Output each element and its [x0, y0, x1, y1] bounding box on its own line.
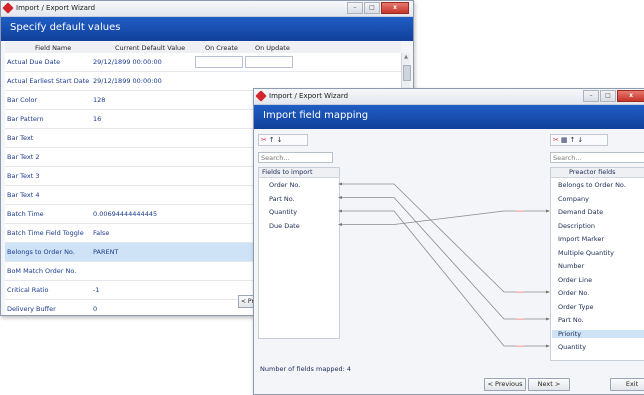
- field-name-cell: Actual Earliest Start Date: [7, 77, 90, 85]
- exit-button[interactable]: Exit: [610, 378, 644, 391]
- col-current-default-value[interactable]: Current Default Value: [115, 44, 185, 52]
- mapping-marker: [516, 210, 524, 212]
- page-banner: Specify default values: [1, 17, 413, 41]
- default-value-cell[interactable]: 16: [93, 115, 101, 123]
- col-on-create[interactable]: On Create: [205, 44, 238, 52]
- table-row[interactable]: Actual Due Date 29/12/1899 00:00:00: [5, 53, 401, 72]
- mapping-start-arrow-icon: [338, 209, 342, 213]
- field-name-cell: Bar Text: [7, 134, 34, 142]
- col-field-name[interactable]: Field Name: [35, 44, 71, 52]
- mapping-line[interactable]: [340, 210, 548, 347]
- field-name-cell: Bar Color: [7, 96, 38, 104]
- default-value-cell[interactable]: 0.00694444444445: [93, 210, 157, 218]
- default-value-cell[interactable]: 0: [93, 305, 97, 313]
- default-value-cell[interactable]: PARENT: [93, 248, 118, 256]
- field-name-cell: BoM Match Order No.: [7, 267, 77, 275]
- field-name-cell: Bar Pattern: [7, 115, 44, 123]
- window-title: Import / Export Wizard: [16, 4, 96, 12]
- mapping-end-arrow-icon: [546, 317, 550, 321]
- scroll-up-icon[interactable]: ▲: [403, 54, 409, 60]
- default-value-cell[interactable]: 29/12/1899 00:00:00: [93, 77, 162, 85]
- field-name-cell: Critical Ratio: [7, 286, 49, 294]
- mapping-end-arrow-icon: [546, 344, 550, 348]
- field-name-cell: Bar Text 2: [7, 153, 40, 161]
- mapping-line[interactable]: [340, 210, 548, 225]
- mapped-count: Number of fields mapped: 4: [260, 365, 352, 373]
- minimize-icon[interactable]: –: [347, 2, 363, 14]
- field-name-cell: Bar Text 4: [7, 191, 40, 199]
- default-value-cell[interactable]: False: [93, 229, 109, 237]
- scroll-thumb[interactable]: [403, 65, 411, 81]
- default-value-cell[interactable]: 29/12/1899 00:00:00: [93, 58, 162, 66]
- import-field-mapping-window: Import / Export Wizard – □ x Import fiel…: [253, 88, 644, 395]
- on-create-input[interactable]: [195, 56, 243, 68]
- field-name-cell: Actual Due Date: [7, 58, 61, 66]
- mapping-start-arrow-icon: [338, 182, 342, 186]
- mapping-start-arrow-icon: [338, 196, 342, 199]
- field-name-cell: Batch Time Field Toggle: [7, 229, 84, 237]
- title-bar[interactable]: Import / Export Wizard – □ x: [1, 1, 413, 17]
- mapping-line[interactable]: [340, 183, 548, 293]
- col-on-update[interactable]: On Update: [255, 44, 290, 52]
- banner-title: Specify default values: [10, 22, 121, 33]
- field-name-cell: Batch Time: [7, 210, 44, 218]
- next-button[interactable]: Next >: [528, 378, 570, 391]
- on-update-input[interactable]: [245, 56, 293, 68]
- mapping-start-arrow-icon: [338, 223, 342, 226]
- mapping-lines: [338, 182, 550, 348]
- default-value-cell[interactable]: 128: [93, 96, 105, 104]
- field-name-cell: Belongs to Order No.: [7, 248, 75, 256]
- default-value-cell[interactable]: -1: [93, 286, 99, 294]
- mapping-line[interactable]: [340, 197, 548, 320]
- mapping-marker: [516, 345, 524, 347]
- mapping-end-arrow-icon: [546, 290, 550, 294]
- mapping-marker: [516, 318, 524, 320]
- mapping-end-arrow-icon: [546, 209, 550, 213]
- field-name-cell: Bar Text 3: [7, 172, 40, 180]
- mapping-marker: [516, 291, 524, 293]
- maximize-icon[interactable]: □: [364, 2, 380, 14]
- previous-button[interactable]: < Previous: [484, 378, 526, 391]
- field-name-cell: Delivery Buffer: [7, 305, 56, 313]
- app-diamond-icon: [2, 2, 14, 14]
- close-icon[interactable]: x: [381, 2, 409, 14]
